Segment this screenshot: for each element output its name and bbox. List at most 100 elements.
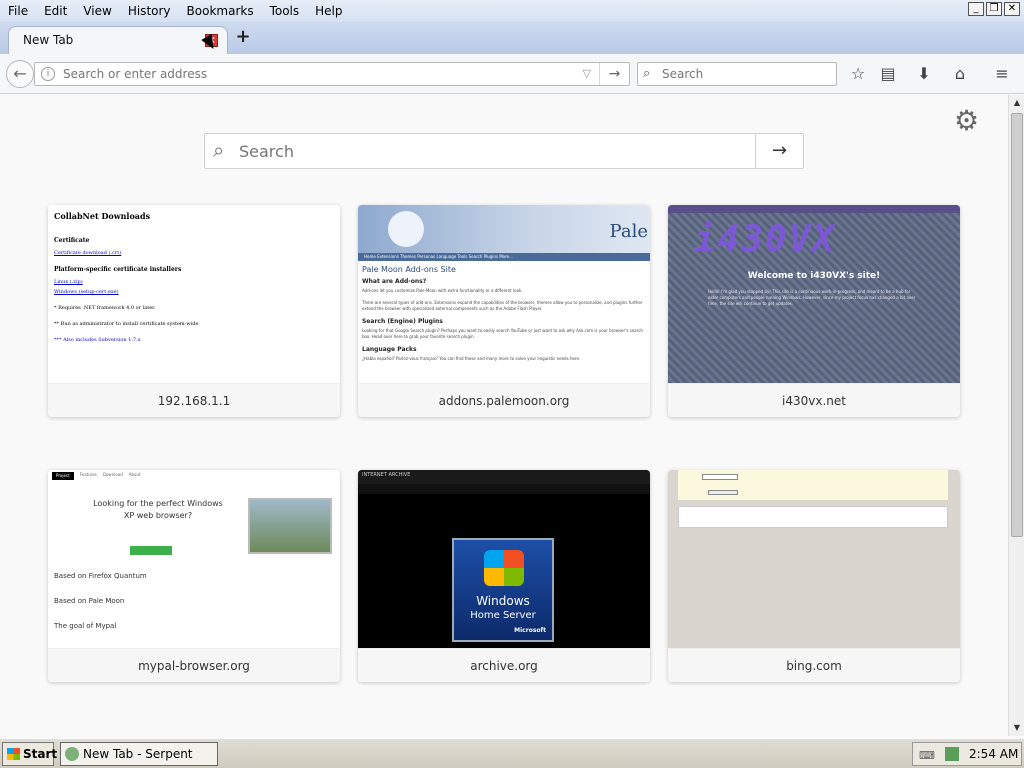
thumb-button bbox=[708, 490, 738, 495]
tile-label: bing.com bbox=[668, 648, 960, 682]
tab-strip: New Tab × + bbox=[0, 22, 1024, 54]
tile-label: archive.org bbox=[358, 648, 650, 682]
clock[interactable]: 2:54 AM bbox=[969, 747, 1018, 761]
thumb-text: Add-ons let you customize Pale Moon with… bbox=[362, 288, 523, 293]
menu-edit[interactable]: Edit bbox=[36, 1, 75, 21]
thumb-panel bbox=[678, 506, 948, 528]
thumb-nav: Home Extensions Themes Personas Language… bbox=[358, 253, 650, 261]
keyboard-icon[interactable]: ⌨ bbox=[919, 749, 935, 762]
thumb-nav bbox=[668, 205, 960, 213]
tile-thumbnail: Pale Home Extensions Themes Personas Lan… bbox=[358, 205, 650, 383]
thumb-text: Looking for that Google Search plugin? P… bbox=[362, 328, 643, 339]
thumb-nav-item: Features bbox=[79, 472, 97, 477]
navigation-toolbar: ← i ▽ → ⌕ ☆ ▤ ⬇ ⌂ ≡ bbox=[0, 54, 1024, 94]
close-window-button[interactable]: ✕ bbox=[1004, 2, 1020, 16]
tab-new-tab[interactable]: New Tab × bbox=[8, 26, 228, 54]
tile-thumbnail: i430VX Welcome to i430VX's site! Hello! … bbox=[668, 205, 960, 383]
thumb-heading: Looking for the perfect Windows XP web b… bbox=[93, 499, 223, 520]
thumb-text: Hello! I'm glad you stopped by! This sit… bbox=[708, 289, 916, 306]
thumb-brand: Microsoft bbox=[514, 627, 546, 634]
back-arrow-icon: ← bbox=[13, 64, 27, 83]
search-bar[interactable]: ⌕ bbox=[637, 62, 837, 86]
menu-file[interactable]: File bbox=[0, 1, 36, 21]
url-bar[interactable]: i ▽ → bbox=[34, 62, 630, 86]
thumb-subheading: Based on Pale Moon bbox=[54, 597, 125, 605]
search-input[interactable] bbox=[662, 66, 832, 82]
menu-bookmarks[interactable]: Bookmarks bbox=[179, 1, 262, 21]
tile-label: 192.168.1.1 bbox=[48, 383, 340, 417]
thumb-nav: Project Features Download About bbox=[48, 470, 340, 482]
bookmark-star-icon[interactable]: ☆ bbox=[847, 64, 869, 86]
gear-icon[interactable]: ⚙ bbox=[954, 107, 979, 135]
search-icon: ⌕ bbox=[643, 66, 651, 81]
thumb-link: Windows (setup-cert.exe) bbox=[54, 289, 119, 295]
tile-label: i430vx.net bbox=[668, 383, 960, 417]
thumb-nav-item: About bbox=[128, 472, 141, 477]
taskbar-item-label: New Tab - Serpent bbox=[83, 747, 193, 761]
top-site-tile[interactable]: INTERNET ARCHIVE Windows Home Server Mic… bbox=[358, 470, 650, 682]
new-tab-button[interactable]: + bbox=[234, 28, 252, 46]
thumb-banner bbox=[678, 470, 948, 500]
top-site-tile[interactable]: Project Features Download About Looking … bbox=[48, 470, 340, 682]
thumb-subheading: What are Add-ons? bbox=[362, 278, 427, 285]
menu-tools[interactable]: Tools bbox=[262, 1, 308, 21]
menu-hamburger-icon[interactable]: ≡ bbox=[991, 64, 1013, 86]
thumb-screenshot bbox=[248, 498, 332, 554]
thumb-link: Linux (.zip) bbox=[54, 279, 83, 285]
search-go-button[interactable]: → bbox=[755, 134, 803, 168]
title-bar: File Edit View History Bookmarks Tools H… bbox=[0, 0, 1024, 22]
dropdown-arrow-icon[interactable]: ▽ bbox=[583, 67, 591, 80]
downloads-icon[interactable]: ⬇ bbox=[913, 64, 935, 86]
top-site-tile[interactable]: CollabNet Downloads Certificate Certific… bbox=[48, 205, 340, 417]
menu-history[interactable]: History bbox=[120, 1, 179, 21]
browser-icon bbox=[65, 747, 79, 761]
menu-view[interactable]: View bbox=[75, 1, 119, 21]
thumb-subheading: The goal of Mypal bbox=[54, 622, 117, 630]
tile-thumbnail: INTERNET ARCHIVE Windows Home Server Mic… bbox=[358, 470, 650, 648]
bookmarks-menu-icon[interactable]: ▤ bbox=[877, 64, 899, 86]
windows-logo-icon bbox=[484, 550, 524, 586]
thumb-link: Certificate download (.crt) bbox=[54, 250, 122, 256]
new-tab-page: ⚙ ⌕ → CollabNet Downloads Certificate Ce… bbox=[0, 95, 1008, 736]
thumb-heading: Pale Moon Add-ons Site bbox=[362, 265, 456, 274]
top-site-tile[interactable]: Pale Home Extensions Themes Personas Lan… bbox=[358, 205, 650, 417]
go-button[interactable]: → bbox=[599, 63, 629, 85]
tile-thumbnail bbox=[668, 470, 960, 648]
thumb-logo: i430VX bbox=[694, 219, 837, 260]
minimize-button[interactable]: _ bbox=[968, 2, 984, 16]
thumb-subheading: Certificate bbox=[54, 237, 90, 244]
window-controls: _ ❐ ✕ bbox=[968, 2, 1020, 16]
thumb-text: ¿Habla español? Parlez-vous français? Yo… bbox=[362, 356, 581, 361]
thumb-heading: Welcome to i430VX's site! bbox=[747, 271, 881, 281]
back-button[interactable]: ← bbox=[6, 60, 34, 88]
windows-logo-icon bbox=[7, 748, 20, 760]
top-site-tile[interactable]: i430VX Welcome to i430VX's site! Hello! … bbox=[668, 205, 960, 417]
url-input[interactable] bbox=[63, 65, 563, 83]
tile-thumbnail: Project Features Download About Looking … bbox=[48, 470, 340, 648]
scroll-up-icon[interactable]: ▲ bbox=[1009, 95, 1024, 111]
info-icon[interactable]: i bbox=[41, 67, 55, 81]
taskbar-item-browser[interactable]: New Tab - Serpent bbox=[60, 742, 218, 766]
thumb-subnav bbox=[358, 484, 650, 494]
thumb-product-box: Windows Home Server Microsoft bbox=[452, 538, 554, 642]
thumb-product-edition: Home Server bbox=[470, 610, 536, 621]
newtab-search-box[interactable]: ⌕ → bbox=[204, 133, 804, 169]
thumb-text: *** Also includes Subversion 1.7.x bbox=[54, 337, 141, 343]
home-icon[interactable]: ⌂ bbox=[949, 64, 971, 86]
restore-button[interactable]: ❐ bbox=[986, 2, 1002, 16]
scroll-thumb[interactable] bbox=[1011, 113, 1023, 537]
top-site-tile[interactable]: bing.com bbox=[668, 470, 960, 682]
tile-label: addons.palemoon.org bbox=[358, 383, 650, 417]
scroll-down-icon[interactable]: ▼ bbox=[1009, 720, 1024, 736]
start-button[interactable]: Start bbox=[2, 742, 57, 766]
menu-bar: File Edit View History Bookmarks Tools H… bbox=[0, 0, 351, 22]
thumb-text: There are several types of add-ons. Exte… bbox=[362, 300, 643, 311]
system-tray: ⌨ 2:54 AM bbox=[912, 742, 1022, 766]
menu-help[interactable]: Help bbox=[307, 1, 350, 21]
thumb-subheading: Search (Engine) Plugins bbox=[362, 318, 443, 325]
newtab-search-input[interactable] bbox=[239, 140, 739, 162]
thumb-heading: CollabNet Downloads bbox=[54, 211, 151, 221]
network-icon[interactable] bbox=[945, 747, 959, 761]
thumb-product-name: Windows bbox=[476, 594, 530, 608]
vertical-scrollbar[interactable]: ▲ ▼ bbox=[1008, 95, 1024, 736]
